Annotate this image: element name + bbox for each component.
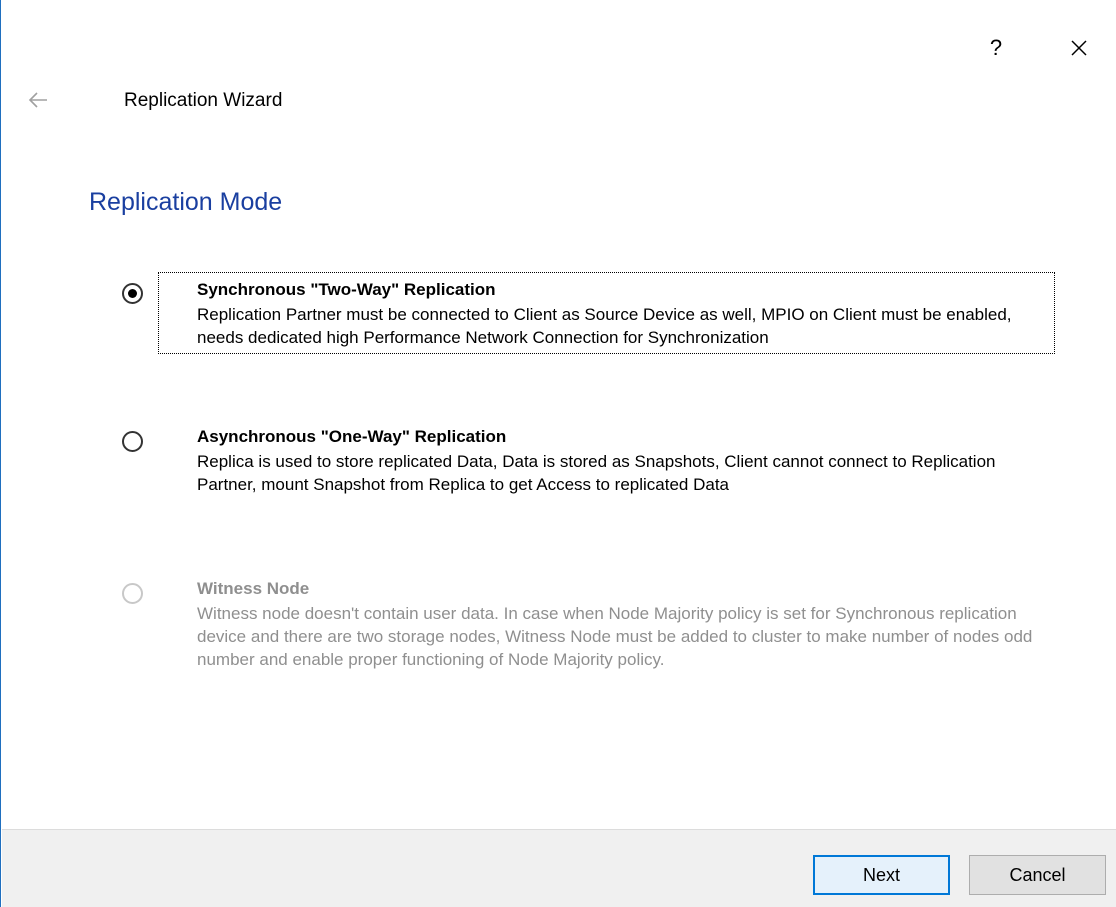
option-asynchronous-description: Replica is used to store replicated Data…: [197, 452, 996, 494]
radio-asynchronous[interactable]: [122, 431, 143, 452]
back-button[interactable]: [23, 86, 53, 114]
option-witness-node-title: Witness Node: [197, 579, 310, 598]
cancel-button[interactable]: Cancel: [969, 855, 1106, 895]
option-asynchronous-content[interactable]: Asynchronous "One-Way" Replication Repli…: [197, 426, 1057, 496]
option-synchronous-content[interactable]: Synchronous "Two-Way" Replication Replic…: [158, 272, 1055, 354]
option-witness-node-content: Witness Node Witness node doesn't contai…: [197, 578, 1057, 671]
page-title: Replication Mode: [89, 188, 283, 216]
close-icon: [1071, 40, 1087, 56]
option-asynchronous-title: Asynchronous "One-Way" Replication: [197, 427, 507, 446]
close-button[interactable]: [1059, 30, 1099, 66]
wizard-window: ? Replication Wizard Replication Mode Sy…: [0, 0, 1116, 907]
radio-selected-dot: [128, 289, 137, 298]
footer-bar: Next Cancel: [2, 829, 1116, 907]
help-icon: ?: [989, 35, 1003, 60]
radio-witness-node: [122, 583, 143, 604]
radio-synchronous[interactable]: [122, 283, 143, 304]
option-synchronous-description: Replication Partner must be connected to…: [197, 305, 1012, 347]
wizard-title: Replication Wizard: [124, 90, 283, 111]
next-button[interactable]: Next: [813, 855, 950, 895]
option-synchronous-title: Synchronous "Two-Way" Replication: [197, 280, 496, 299]
help-button[interactable]: ?: [976, 30, 1016, 66]
back-arrow-icon: [28, 92, 47, 108]
option-witness-node-description: Witness node doesn't contain user data. …: [197, 604, 1033, 669]
